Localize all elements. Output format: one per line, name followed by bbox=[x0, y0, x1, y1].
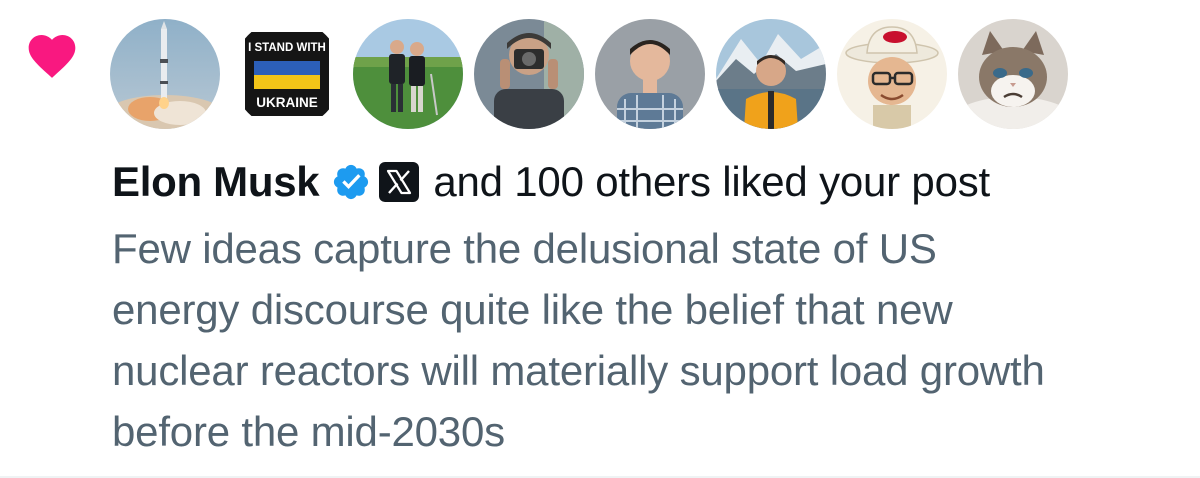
avatar-man-plaid-shirt-icon[interactable] bbox=[595, 19, 705, 129]
post-text-line: Few ideas capture the delusional state o… bbox=[112, 225, 937, 272]
avatar-stand-with-ukraine-icon[interactable]: I STAND WITH UKRAINE bbox=[232, 19, 342, 129]
x-logo-icon bbox=[379, 162, 420, 202]
avatar-man-orange-jacket-icon[interactable] bbox=[716, 19, 826, 129]
avatar-grumpy-cat-icon[interactable] bbox=[958, 19, 1068, 129]
like-notification[interactable]: I STAND WITH UKRAINE Elon Musk and 100 o… bbox=[0, 0, 1200, 478]
notification-headline: Elon Musk and 100 others liked your post bbox=[112, 154, 990, 210]
post-text-line: energy discourse quite like the belief t… bbox=[112, 286, 953, 333]
verified-badge-icon bbox=[331, 162, 371, 202]
heart-icon bbox=[24, 28, 80, 84]
liked-post-preview[interactable]: Few ideas capture the delusional state o… bbox=[112, 218, 1192, 462]
svg-text:I STAND WITH: I STAND WITH bbox=[248, 42, 326, 54]
author-name-link[interactable]: Elon Musk bbox=[112, 158, 320, 206]
avatar-golfers-icon[interactable] bbox=[353, 19, 463, 129]
liked-summary-text: and 100 others liked your post bbox=[433, 158, 991, 205]
post-text-line: nuclear reactors will materially support… bbox=[112, 347, 1045, 394]
avatar-photographer-icon[interactable] bbox=[474, 19, 584, 129]
post-text-line: before the mid-2030s bbox=[112, 408, 505, 455]
svg-text:UKRAINE: UKRAINE bbox=[256, 95, 318, 110]
avatar-rocket-launch-icon[interactable] bbox=[110, 19, 220, 129]
avatar-man-cowboy-hat-icon[interactable] bbox=[837, 19, 947, 129]
